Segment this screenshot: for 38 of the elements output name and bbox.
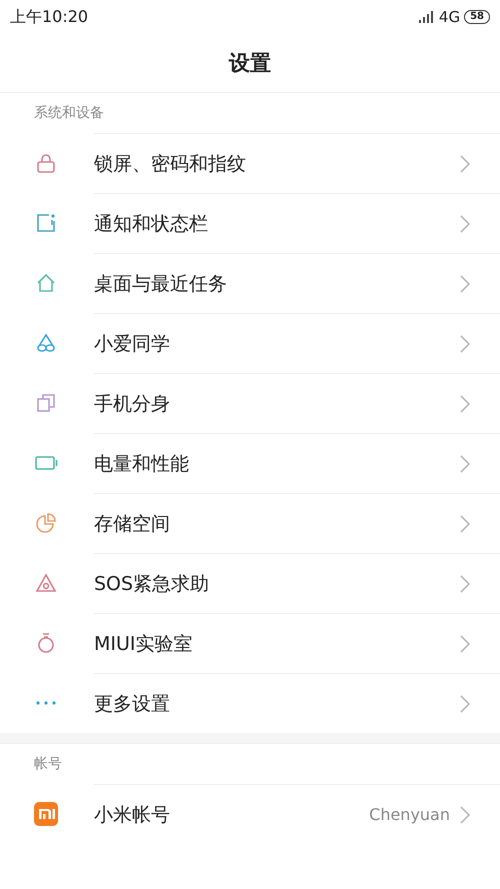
settings-item[interactable]: MIUI实验室 (0, 613, 500, 673)
clone-icon (35, 392, 57, 414)
section-header: 系统和设备 (34, 104, 104, 122)
settings-item[interactable]: 小米帐号 Chenyuan (0, 784, 500, 844)
settings-item[interactable]: 锁屏、密码和指纹 (0, 133, 500, 193)
chevron-icon (460, 634, 470, 652)
flask-icon (35, 632, 57, 654)
home-icon (35, 272, 57, 294)
chevron-icon (460, 694, 470, 712)
lock-icon (35, 152, 57, 174)
chevron-icon (460, 394, 470, 412)
chevron-icon (460, 454, 470, 472)
settings-item[interactable]: 手机分身 (0, 373, 500, 433)
battery-level: 58 (464, 10, 490, 24)
more-icon (35, 700, 57, 706)
warning-icon (35, 572, 57, 594)
pie-chart-icon (35, 512, 57, 534)
chevron-icon (460, 214, 470, 232)
network-type: 4G (438, 8, 460, 26)
chevron-icon (460, 514, 470, 532)
page-title: 设置 (229, 50, 271, 77)
settings-item[interactable]: 通知和状态栏 (0, 193, 500, 253)
chevron-icon (460, 334, 470, 352)
section-header: 帐号 (34, 755, 62, 773)
chevron-icon (460, 274, 470, 292)
settings-item[interactable]: 存储空间 (0, 493, 500, 553)
settings-item[interactable]: 电量和性能 (0, 433, 500, 493)
signal-icon (418, 11, 435, 23)
assistant-icon (35, 332, 57, 354)
logo-icon (34, 802, 58, 826)
chevron-icon (460, 154, 470, 172)
settings-item[interactable]: SOS紧急求助 (0, 553, 500, 613)
settings-item[interactable]: 小爱同学 (0, 313, 500, 373)
chevron-icon (460, 574, 470, 592)
notification-icon (35, 212, 57, 234)
chevron-icon (460, 806, 470, 824)
settings-item[interactable]: 桌面与最近任务 (0, 253, 500, 313)
status-time: 上午10:20 (10, 6, 88, 28)
